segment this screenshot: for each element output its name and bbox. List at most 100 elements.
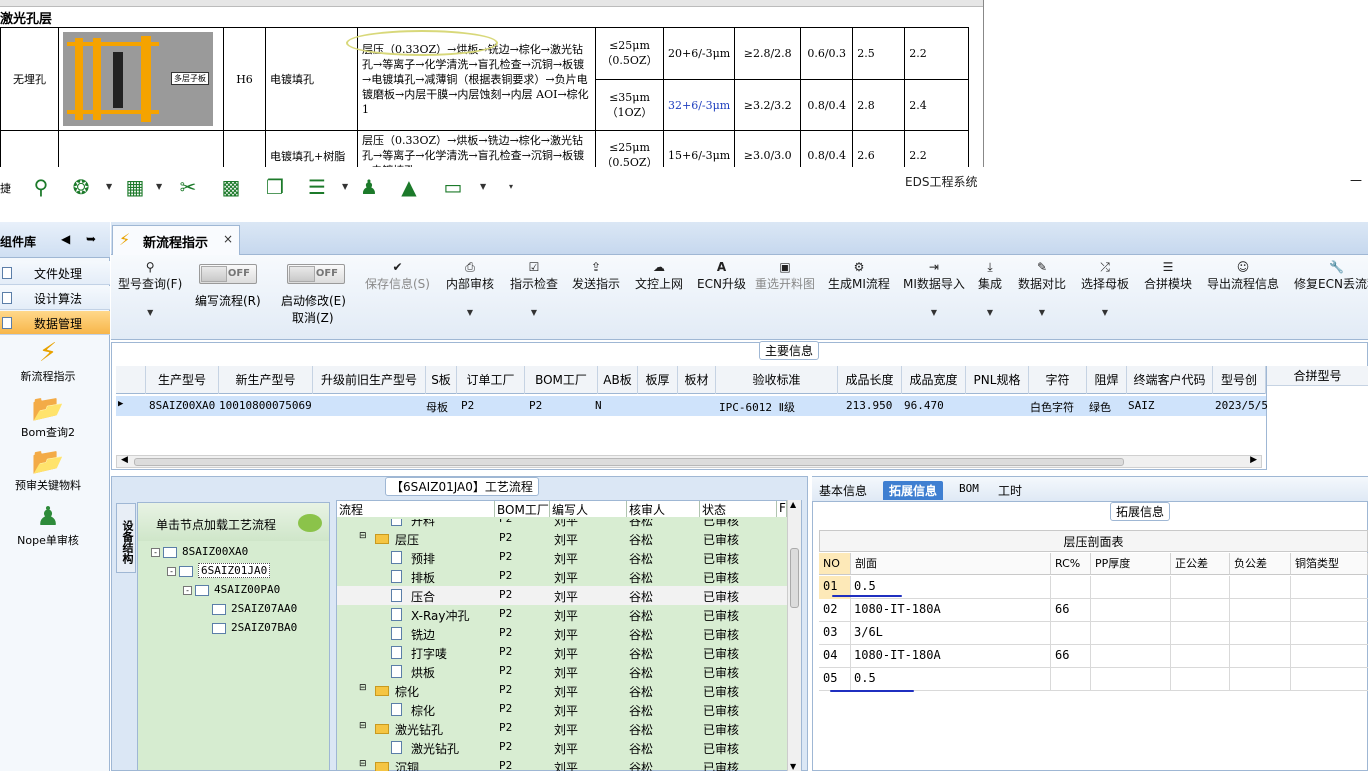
tab-basic-info[interactable]: 基本信息 (813, 481, 873, 500)
export-flow-info-button[interactable]: ☺ 导出流程信息 (1207, 259, 1279, 292)
scrollbar-thumb[interactable] (134, 458, 1124, 466)
tool-new-flow-instruction[interactable]: ⚡ 新流程指示 (0, 338, 96, 384)
tree-node[interactable]: 2SAIZ07AA0 (212, 602, 297, 615)
user-icon[interactable]: ♟ (356, 176, 382, 198)
data-compare-button[interactable]: ✎ 数据对比 ▼ (1018, 259, 1066, 317)
close-tab-icon[interactable]: × (223, 232, 233, 246)
column-header[interactable]: AB板 (598, 366, 638, 394)
chevron-down-icon[interactable]: ▼ (342, 182, 348, 191)
table-row[interactable]: 05 0.5 (819, 668, 1368, 691)
column-header[interactable]: NO (819, 553, 851, 575)
chevron-down-icon[interactable]: ▼ (156, 182, 162, 191)
monitor-icon[interactable]: ▭ (440, 176, 466, 198)
column-header[interactable]: 成品长度 (838, 366, 902, 394)
column-header[interactable]: 订单工厂 (457, 366, 525, 394)
chevron-down-icon[interactable]: ▼ (480, 182, 486, 191)
collapse-icon[interactable]: - (167, 566, 176, 576)
column-header[interactable]: 验收标准 (716, 366, 838, 394)
tree-node[interactable]: - 4SAIZ00PA0 (183, 583, 280, 596)
table-row[interactable]: 排板 P2 刘平 谷松 已审核 (337, 567, 787, 586)
write-flow-toggle[interactable]: OFF (199, 264, 257, 284)
table-row[interactable]: 04 1080-IT-180A 66 (819, 645, 1368, 668)
table-row[interactable]: ⊟ 棕化 P2 刘平 谷松 已审核 (337, 681, 787, 700)
column-header[interactable]: BOM工厂 (525, 366, 598, 394)
start-modify-toggle[interactable]: OFF (287, 264, 345, 284)
column-header[interactable]: 合拼型号 (1267, 366, 1368, 386)
column-header[interactable]: 阻焊 (1087, 366, 1127, 394)
scroll-right-icon[interactable]: ▶ (1250, 455, 1257, 465)
column-header[interactable]: S板 (426, 366, 457, 394)
grid-corner[interactable] (116, 366, 146, 394)
tree-node[interactable]: - 8SAIZ00XA0 (151, 545, 248, 558)
tool-bom-query[interactable]: 📂 Bom查询2 (0, 394, 96, 440)
collapse-icon[interactable]: ⊟ (359, 759, 367, 769)
column-header[interactable]: 型号创 (1213, 366, 1266, 394)
column-header[interactable]: 铜箔类型 (1291, 553, 1368, 575)
ecn-upgrade-button[interactable]: A ECN升级 (697, 259, 746, 292)
column-header[interactable]: 字符 (1029, 366, 1087, 394)
integrate-button[interactable]: ⤓ 集成 ▼ (978, 259, 1002, 317)
horizontal-scrollbar[interactable]: ◀ ▶ (116, 455, 1262, 468)
prev-arrow-icon[interactable]: ◀ (61, 232, 70, 246)
table-row[interactable]: 02 1080-IT-180A 66 (819, 599, 1368, 622)
column-header[interactable]: PNL规格 (966, 366, 1029, 394)
film-icon[interactable]: ▩ (218, 176, 244, 198)
reselect-cutting-map-button[interactable]: ▣ 重选开料图 (755, 259, 815, 292)
table-icon[interactable]: ▦ (122, 176, 148, 198)
tree-node[interactable]: 2SAIZ07BA0 (212, 621, 297, 634)
dock-arrow-icon[interactable]: ➥ (86, 232, 96, 246)
internal-review-button[interactable]: ⎙ 内部审核 ▼ (446, 259, 494, 317)
table-row[interactable]: 烘板 P2 刘平 谷松 已审核 (337, 662, 787, 681)
column-header[interactable]: 剖面 (851, 553, 1051, 575)
scrollbar-thumb[interactable] (790, 548, 799, 608)
table-row[interactable]: ⊟ 沉铜 P2 刘平 谷松 已审核 (337, 757, 787, 771)
table-row[interactable]: X-Ray冲孔 P2 刘平 谷松 已审核 (337, 605, 787, 624)
collapse-icon[interactable]: ⊟ (359, 683, 367, 693)
table-row[interactable]: 铣边 P2 刘平 谷松 已审核 (337, 624, 787, 643)
instruction-check-button[interactable]: ☑ 指示检查 ▼ (510, 259, 558, 317)
generate-mi-flow-button[interactable]: ⚙ 生成MI流程 (828, 259, 890, 292)
tab-equipment-structure[interactable]: 设备结构 (116, 503, 136, 573)
collapse-icon[interactable]: - (151, 547, 160, 557)
tab-bom[interactable]: BOM (953, 481, 985, 500)
minimize-button[interactable]: — (1350, 173, 1362, 187)
scroll-up-icon[interactable]: ▲ (790, 500, 796, 509)
table-row[interactable]: 棕化 P2 刘平 谷松 已审核 (337, 700, 787, 719)
scissors-icon[interactable]: ✂ (175, 176, 201, 198)
column-header[interactable]: 新生产型号 (219, 366, 313, 394)
send-instruction-button[interactable]: ⇪ 发送指示 (572, 259, 620, 292)
column-header[interactable]: 正公差 (1171, 553, 1230, 575)
customize-toolbar-icon[interactable]: ▾ (509, 182, 513, 191)
column-header[interactable]: 编写人 (550, 501, 627, 517)
tool-nope-review[interactable]: ♟ Nope单审核 (0, 502, 96, 548)
vertical-scrollbar[interactable]: ▲ ▼ (787, 500, 801, 771)
column-header[interactable]: 负公差 (1230, 553, 1291, 575)
model-query-button[interactable]: ⚲ 型号查询(F) ▼ (118, 259, 182, 317)
column-header[interactable]: 终端客户代码 (1127, 366, 1213, 394)
combine-module-button[interactable]: ☰ 合拼模块 (1144, 259, 1192, 292)
list-icon[interactable]: ☰ (304, 176, 330, 198)
collapse-icon[interactable]: - (183, 585, 192, 595)
area-chart-icon[interactable]: ▲ (396, 176, 422, 198)
column-header[interactable]: F (777, 501, 787, 517)
tab-extended-info[interactable]: 拓展信息 (883, 481, 944, 500)
lifebuoy-icon[interactable]: ❂ (68, 176, 94, 198)
copy-icon[interactable]: ❐ (262, 176, 288, 198)
column-header[interactable]: 升级前旧生产型号 (313, 366, 426, 394)
column-header[interactable]: 板厚 (638, 366, 678, 394)
column-header[interactable]: RC% (1051, 553, 1091, 575)
scroll-down-icon[interactable]: ▼ (790, 762, 796, 771)
tab-work-hours[interactable]: 工时 (992, 481, 1028, 500)
tool-prereview-key-material[interactable]: 📂 预审关键物料 (0, 447, 96, 493)
tree-node[interactable]: - 6SAIZ01JA0 (167, 563, 271, 578)
save-info-button[interactable]: ✔ 保存信息(S) (365, 259, 430, 292)
column-header[interactable]: BOM工厂 (495, 501, 550, 517)
fix-ecn-lost-flow-button[interactable]: 🔧 修复ECN丢流程 (1294, 259, 1368, 292)
column-header[interactable]: 板材 (678, 366, 716, 394)
collapse-icon[interactable]: ⊟ (359, 531, 367, 541)
select-mother-board-button[interactable]: ⤮ 选择母板 ▼ (1081, 259, 1129, 317)
collapse-icon[interactable]: ⊟ (359, 721, 367, 731)
sidebar-item-data-management[interactable]: 数据管理 (0, 311, 110, 335)
mi-data-import-button[interactable]: ⇥ MI数据导入 ▼ (903, 259, 965, 317)
column-header[interactable]: 成品宽度 (902, 366, 966, 394)
